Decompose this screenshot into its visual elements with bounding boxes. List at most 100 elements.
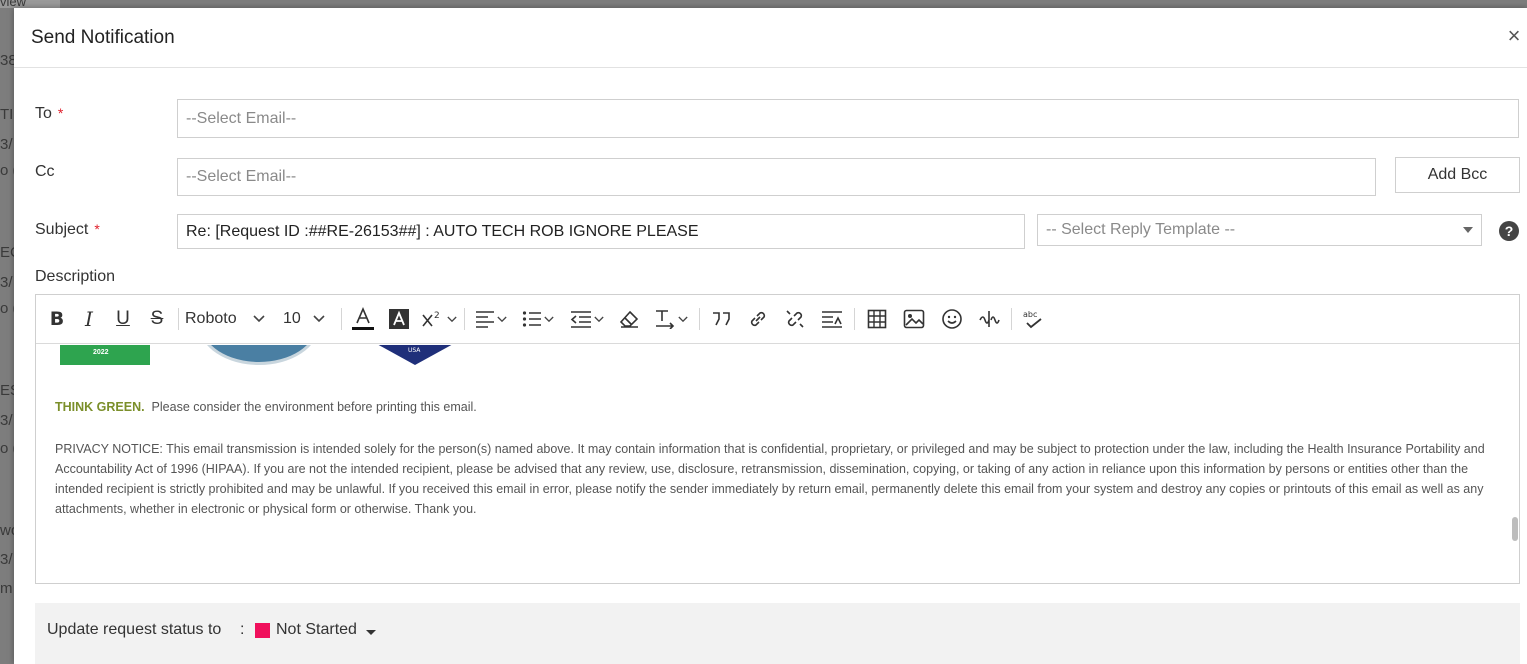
- reply-template-placeholder: -- Select Reply Template --: [1046, 221, 1236, 238]
- send-notification-dialog: Send Notification × To * --Select Email--…: [14, 8, 1527, 664]
- toolbar-divider: [178, 308, 179, 330]
- toolbar-divider: [854, 308, 855, 330]
- to-label-text: To: [35, 105, 52, 122]
- list-button[interactable]: [515, 304, 561, 334]
- status-colon: :: [240, 621, 245, 638]
- to-email-select[interactable]: --Select Email--: [177, 99, 1519, 138]
- remove-link-button[interactable]: [778, 304, 812, 334]
- to-placeholder: --Select Email--: [186, 109, 297, 127]
- background-color-button[interactable]: [382, 304, 416, 334]
- background-text: 3/: [0, 274, 13, 291]
- editor-content[interactable]: 2022 USA THINK GREEN. Please consider th…: [36, 345, 1519, 583]
- award-logo: 2022: [60, 345, 150, 365]
- chevron-down-icon: [594, 316, 604, 322]
- add-bcc-button[interactable]: Add Bcc: [1395, 157, 1520, 193]
- blockquote-button[interactable]: [706, 304, 738, 334]
- image-icon: [903, 309, 925, 329]
- chevron-down-icon: [253, 315, 265, 323]
- svg-text:2: 2: [434, 311, 440, 321]
- eraser-icon: [619, 310, 639, 328]
- editor-toolbar: B I U S Roboto 10 2 abc: [36, 295, 1519, 344]
- superscript-icon: 2: [422, 311, 440, 327]
- required-mark: *: [94, 221, 100, 237]
- align-button[interactable]: [471, 304, 511, 334]
- subject-label: Subject *: [35, 221, 100, 239]
- highlight-icon: [389, 309, 409, 329]
- cc-placeholder: --Select Email--: [186, 168, 297, 185]
- superscript-button[interactable]: 2: [420, 304, 458, 334]
- toolbar-divider: [699, 308, 700, 330]
- background-text: 3/: [0, 412, 13, 429]
- dialog-title: Send Notification: [31, 27, 175, 48]
- signature-icon: [979, 311, 1000, 327]
- chevron-down-icon: [1463, 227, 1473, 233]
- subject-value: Re: [Request ID :##RE-26153##] : AUTO TE…: [186, 222, 699, 240]
- font-family-value: Roboto: [185, 310, 237, 327]
- align-left-icon: [476, 311, 494, 328]
- shield-logo-text: USA: [408, 347, 421, 354]
- text-color-icon: [352, 306, 374, 330]
- think-green-text: Please consider the environment before p…: [151, 400, 477, 414]
- chevron-down-icon: [678, 316, 688, 322]
- toolbar-divider: [464, 308, 465, 330]
- subject-input[interactable]: Re: [Request ID :##RE-26153##] : AUTO TE…: [177, 214, 1025, 249]
- chevron-down-icon: [447, 316, 457, 322]
- table-icon: [867, 309, 887, 329]
- outdent-icon: [570, 311, 591, 328]
- line-height-button[interactable]: [816, 304, 848, 334]
- spellcheck-icon: abc: [1023, 310, 1042, 329]
- background-text: 3/: [0, 136, 13, 153]
- underline-button[interactable]: U: [108, 304, 138, 334]
- status-label: Update request status to: [47, 621, 222, 638]
- help-icon[interactable]: ?: [1499, 221, 1519, 241]
- bullet-list-icon: [522, 311, 541, 327]
- rich-text-editor: B I U S Roboto 10 2 abc 2022 USA THINK G…: [35, 294, 1520, 584]
- chevron-down-icon: [544, 316, 554, 322]
- status-dropdown[interactable]: Not Started: [276, 621, 357, 639]
- text-color-button[interactable]: [348, 304, 378, 334]
- toolbar-divider: [341, 308, 342, 330]
- to-label: To *: [35, 105, 63, 123]
- signature-button[interactable]: [973, 304, 1005, 334]
- text-direction-button[interactable]: [649, 304, 693, 334]
- spellcheck-button[interactable]: abc: [1018, 304, 1048, 334]
- background-text: TI: [0, 106, 14, 123]
- font-family-select[interactable]: Roboto: [185, 304, 279, 334]
- think-green-line: THINK GREEN. Please consider the environ…: [55, 400, 477, 414]
- cc-email-select[interactable]: --Select Email--: [177, 158, 1376, 196]
- svg-text:abc: abc: [1023, 310, 1037, 319]
- insert-table-button[interactable]: [861, 304, 893, 334]
- clear-format-button[interactable]: [613, 304, 645, 334]
- reply-template-select[interactable]: -- Select Reply Template --: [1037, 214, 1482, 246]
- background-text: 3/: [0, 551, 13, 568]
- seal-logo: [199, 345, 319, 365]
- chevron-down-icon: [497, 316, 507, 322]
- indent-button[interactable]: [565, 304, 609, 334]
- quote-icon: [713, 312, 730, 326]
- text-direction-icon: [656, 310, 675, 329]
- link-icon: [750, 311, 766, 327]
- font-size-value: 10: [283, 310, 301, 327]
- status-color-swatch: [255, 623, 270, 638]
- insert-image-button[interactable]: [897, 304, 931, 334]
- font-size-select[interactable]: 10: [283, 304, 335, 334]
- shield-logo: USA: [378, 345, 452, 365]
- insert-link-button[interactable]: [742, 304, 774, 334]
- caret-down-icon[interactable]: [366, 630, 376, 635]
- award-logo-year: 2022: [93, 349, 109, 356]
- cc-label: Cc: [35, 163, 55, 180]
- privacy-notice: PRIVACY NOTICE: This email transmission …: [55, 442, 1485, 516]
- subject-label-text: Subject: [35, 221, 89, 238]
- status-footer: Update request status to : Not Started: [35, 603, 1520, 664]
- close-icon[interactable]: ×: [1505, 25, 1523, 47]
- editor-scrollbar[interactable]: [1512, 517, 1518, 541]
- italic-button[interactable]: I: [74, 304, 104, 334]
- line-height-icon: [822, 311, 842, 328]
- bold-button[interactable]: B: [44, 304, 70, 334]
- unlink-icon: [786, 310, 804, 328]
- required-mark: *: [57, 105, 64, 121]
- insert-emoji-button[interactable]: [935, 304, 969, 334]
- chevron-down-icon: [313, 315, 325, 323]
- strikethrough-button[interactable]: S: [142, 304, 172, 334]
- emoji-icon: [942, 309, 962, 329]
